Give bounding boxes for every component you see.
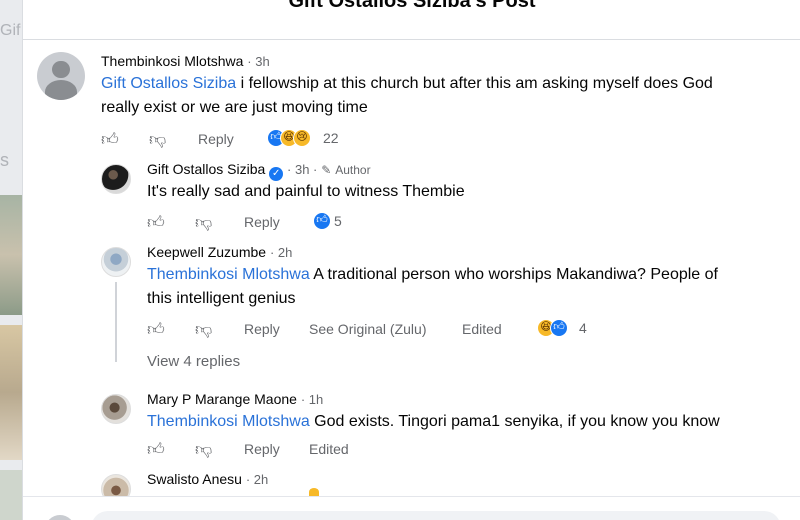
dislike-icon[interactable]: 👎︎: [195, 212, 212, 233]
like-icon[interactable]: 👍︎: [147, 319, 165, 340]
comment-text-part: i fellowship at this church but after th…: [236, 75, 713, 92]
reaction-count: 4: [579, 320, 587, 336]
thread-line: [115, 282, 117, 362]
comment-time[interactable]: · 2h: [270, 245, 292, 260]
comment-text: Thembinkosi Mlotshwa A traditional perso…: [147, 263, 718, 287]
comment-header: Keepwell Zuzumbe · 2h: [147, 244, 292, 260]
post-dialog: Gift Ostallos Siziba's Post Thembinkosi …: [22, 0, 800, 520]
partial-emoji-icon: [309, 488, 319, 496]
comment-text-line2: really exist or we are just moving time: [101, 99, 368, 116]
comment-author[interactable]: Mary P Marange Maone: [147, 391, 297, 407]
comment-header: Gift Ostallos Siziba ✓ · 3h · ✎ Author: [147, 161, 371, 181]
verified-badge-icon: ✓: [269, 167, 284, 181]
comment-time[interactable]: · 3h ·: [287, 162, 317, 177]
dialog-header: Gift Ostallos Siziba's Post: [23, 0, 800, 40]
dislike-icon[interactable]: 👎︎: [195, 439, 212, 460]
avatar[interactable]: [101, 394, 131, 424]
comment-text: Gift Ostallos Siziba i fellowship at thi…: [101, 72, 713, 96]
comment-header: Thembinkosi Mlotshwa · 3h: [101, 53, 270, 69]
reply-button[interactable]: Reply: [198, 131, 234, 147]
comment-input[interactable]: [91, 511, 781, 520]
current-user-avatar[interactable]: [45, 515, 75, 520]
view-replies-link[interactable]: View 4 replies: [147, 353, 240, 370]
edited-label[interactable]: Edited: [462, 321, 502, 337]
background-image: [0, 470, 22, 520]
background-page-text: Gif: [0, 22, 21, 39]
reaction-count: 22: [323, 130, 339, 146]
like-icon[interactable]: 👍︎: [101, 129, 119, 150]
comment-text: It's really sad and painful to witness T…: [147, 183, 465, 200]
like-reaction-icon: 👍︎: [313, 212, 331, 230]
comment-text: Thembinkosi Mlotshwa God exists. Tingori…: [147, 410, 720, 434]
see-original-button[interactable]: See Original (Zulu): [309, 321, 427, 337]
dislike-icon[interactable]: 👎︎: [149, 129, 166, 150]
background-image: [0, 195, 22, 315]
comment-time[interactable]: · 1h: [301, 392, 323, 407]
comment-author[interactable]: Thembinkosi Mlotshwa: [101, 53, 243, 69]
comment-actions: 👍︎ 👎︎ Reply Edited: [147, 439, 447, 461]
avatar[interactable]: [101, 164, 131, 194]
reply-button[interactable]: Reply: [244, 214, 280, 230]
comment-text-line2: this intelligent genius: [147, 290, 296, 307]
comment-text-part: God exists. Tingori pama1 senyika, if yo…: [309, 413, 720, 430]
comment-author[interactable]: Gift Ostallos Siziba: [147, 161, 265, 177]
like-icon[interactable]: 👍︎: [147, 212, 165, 233]
reply-button[interactable]: Reply: [244, 441, 280, 457]
reaction-count: 5: [334, 213, 342, 229]
mention-link[interactable]: Gift Ostallos Siziba: [101, 75, 236, 92]
reaction-summary[interactable]: 👍︎ 5: [313, 212, 373, 232]
comment-header: Mary P Marange Maone · 1h: [147, 391, 323, 407]
like-icon[interactable]: 👍︎: [147, 439, 165, 460]
comment-author[interactable]: Keepwell Zuzumbe: [147, 244, 266, 260]
comment-actions: 👍︎ 👎︎ Reply See Original (Zulu) Edited 😆…: [147, 319, 607, 341]
reaction-summary[interactable]: 😆︎ 👍︎ 4: [537, 319, 607, 339]
comment-actions: 👍︎ 👎︎ Reply 👍︎ 😆︎ 😢︎ 22: [101, 129, 501, 151]
pen-icon: ✎: [321, 163, 332, 177]
avatar[interactable]: [101, 247, 131, 277]
reaction-summary[interactable]: 👍︎ 😆︎ 😢︎ 22: [267, 129, 357, 149]
comment-time[interactable]: · 3h: [247, 54, 269, 69]
mention-link[interactable]: Thembinkosi Mlotshwa: [147, 413, 310, 430]
avatar[interactable]: [37, 52, 85, 100]
reply-button[interactable]: Reply: [244, 321, 280, 337]
background-side-letter: s: [0, 150, 9, 170]
comment-time[interactable]: · 2h: [246, 472, 268, 487]
comment-text-part: A traditional person who worships Makand…: [309, 266, 718, 283]
comment-header: Swalisto Anesu · 2h: [147, 471, 268, 487]
background-image: [0, 325, 22, 460]
mention-link[interactable]: Thembinkosi Mlotshwa: [147, 266, 310, 283]
dislike-icon[interactable]: 👎︎: [195, 319, 212, 340]
comment-author[interactable]: Swalisto Anesu: [147, 471, 242, 487]
edited-label[interactable]: Edited: [309, 441, 349, 457]
dialog-title: Gift Ostallos Siziba's Post: [288, 0, 536, 12]
like-reaction-icon: 👍︎: [550, 319, 568, 337]
sad-reaction-icon: 😢︎: [293, 129, 311, 147]
comment-composer: [23, 496, 800, 520]
background-page: Gif s: [0, 0, 22, 520]
author-badge: Author: [335, 163, 371, 177]
comment-actions: 👍︎ 👎︎ Reply 👍︎ 5: [147, 212, 447, 234]
